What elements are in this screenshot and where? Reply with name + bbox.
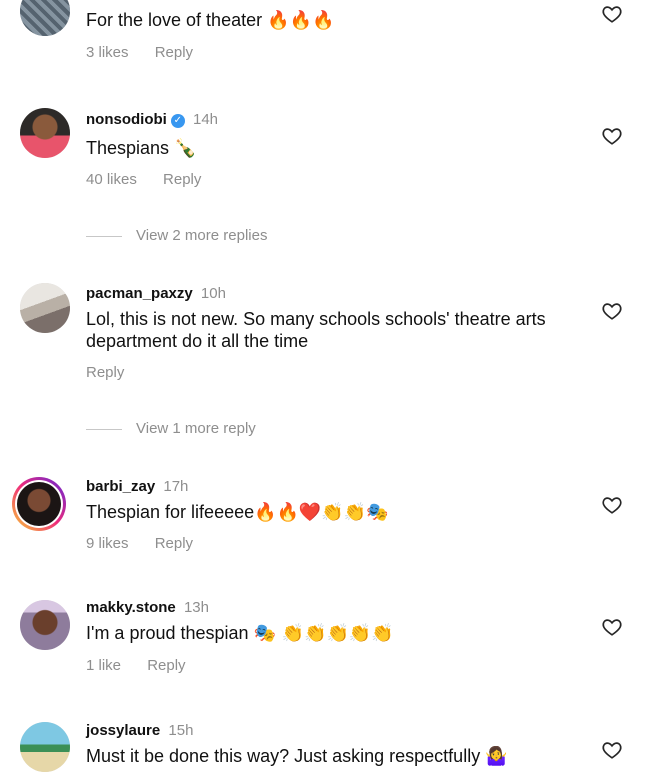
avatar[interactable] [20,108,70,158]
heart-outline-icon[interactable] [601,3,623,25]
comment-body: Thespians 🍾 [86,137,586,160]
avatar[interactable] [20,722,70,772]
comment-header: makky.stone 13h [86,599,209,616]
username[interactable]: makky.stone [86,599,176,616]
username[interactable]: jossylaure [86,722,160,739]
username[interactable]: pacman_paxzy [86,285,193,302]
likes-count[interactable]: 3 likes [86,44,129,61]
timestamp: 15h [168,722,194,739]
comment-actions: Reply [86,364,146,381]
timestamp: 13h [183,599,209,616]
reply-button[interactable]: Reply [86,364,124,381]
comment-text: I'm a proud thespian [86,623,249,643]
comment-actions: 1 like Reply [86,657,208,674]
timestamp: 17h [163,478,189,495]
comment-body: I'm a proud thespian 🎭 👏👏👏👏👏 [86,622,586,645]
comment-emoji: 🤷‍♀️ [485,746,508,767]
heart-outline-icon[interactable] [601,300,623,322]
timestamp: 14h [193,111,219,128]
comment-body: Must it be done this way? Just asking re… [86,745,606,768]
comment-emoji: 🎭 👏👏👏👏👏 [253,623,394,644]
comment-header: barbi_zay 17h [86,478,188,495]
comment-actions: 3 likes Reply [86,44,215,61]
comment-text: Must it be done this way? Just asking re… [86,746,481,766]
likes-count[interactable]: 40 likes [86,171,137,188]
reply-button[interactable]: Reply [155,535,193,552]
reply-button[interactable]: Reply [155,44,193,61]
comment-text: Lol, this is not new. So many schools sc… [86,309,546,351]
heart-outline-icon[interactable] [601,125,623,147]
comment-header: nonsodiobi ✓ 14h [86,111,218,128]
comment-actions: 40 likes Reply [86,171,223,188]
avatar[interactable] [20,283,70,333]
avatar[interactable] [20,0,70,36]
avatar[interactable] [20,600,70,650]
comment-emoji: 🔥🔥🔥 [267,10,335,31]
username[interactable]: barbi_zay [86,478,155,495]
comment-text: Thespian for lifeeeee [86,502,255,522]
timestamp: 10h [200,285,226,302]
likes-count[interactable]: 9 likes [86,535,129,552]
verified-badge-icon: ✓ [170,114,185,128]
comment-emoji: 🍾 [174,138,197,159]
comment-text: Thespians [86,138,170,158]
divider [86,235,122,237]
comment-text: For the love of theater [86,10,263,30]
comment-emoji: 🔥🔥❤️👏👏🎭 [254,502,389,523]
comment-header: jossylaure 15h [86,722,193,739]
heart-outline-icon[interactable] [601,616,623,638]
heart-outline-icon[interactable] [601,739,623,761]
divider [86,428,122,430]
heart-outline-icon[interactable] [601,494,623,516]
comment-header: pacman_paxzy 10h [86,285,226,302]
reply-button[interactable]: Reply [147,657,185,674]
likes-count[interactable]: 1 like [86,657,121,674]
comment-actions: 9 likes Reply [86,535,215,552]
view-replies-label: View 1 more reply [136,420,256,437]
view-replies-label: View 2 more replies [136,227,268,244]
avatar[interactable] [12,477,66,531]
username[interactable]: nonsodiobi [86,111,167,128]
view-replies-button[interactable]: View 1 more reply [86,420,256,437]
reply-button[interactable]: Reply [163,171,201,188]
comment-body: For the love of theater 🔥🔥🔥 [86,9,586,32]
comment-body: Thespian for lifeeeee🔥🔥❤️👏👏🎭 [86,501,586,524]
view-replies-button[interactable]: View 2 more replies [86,227,267,244]
